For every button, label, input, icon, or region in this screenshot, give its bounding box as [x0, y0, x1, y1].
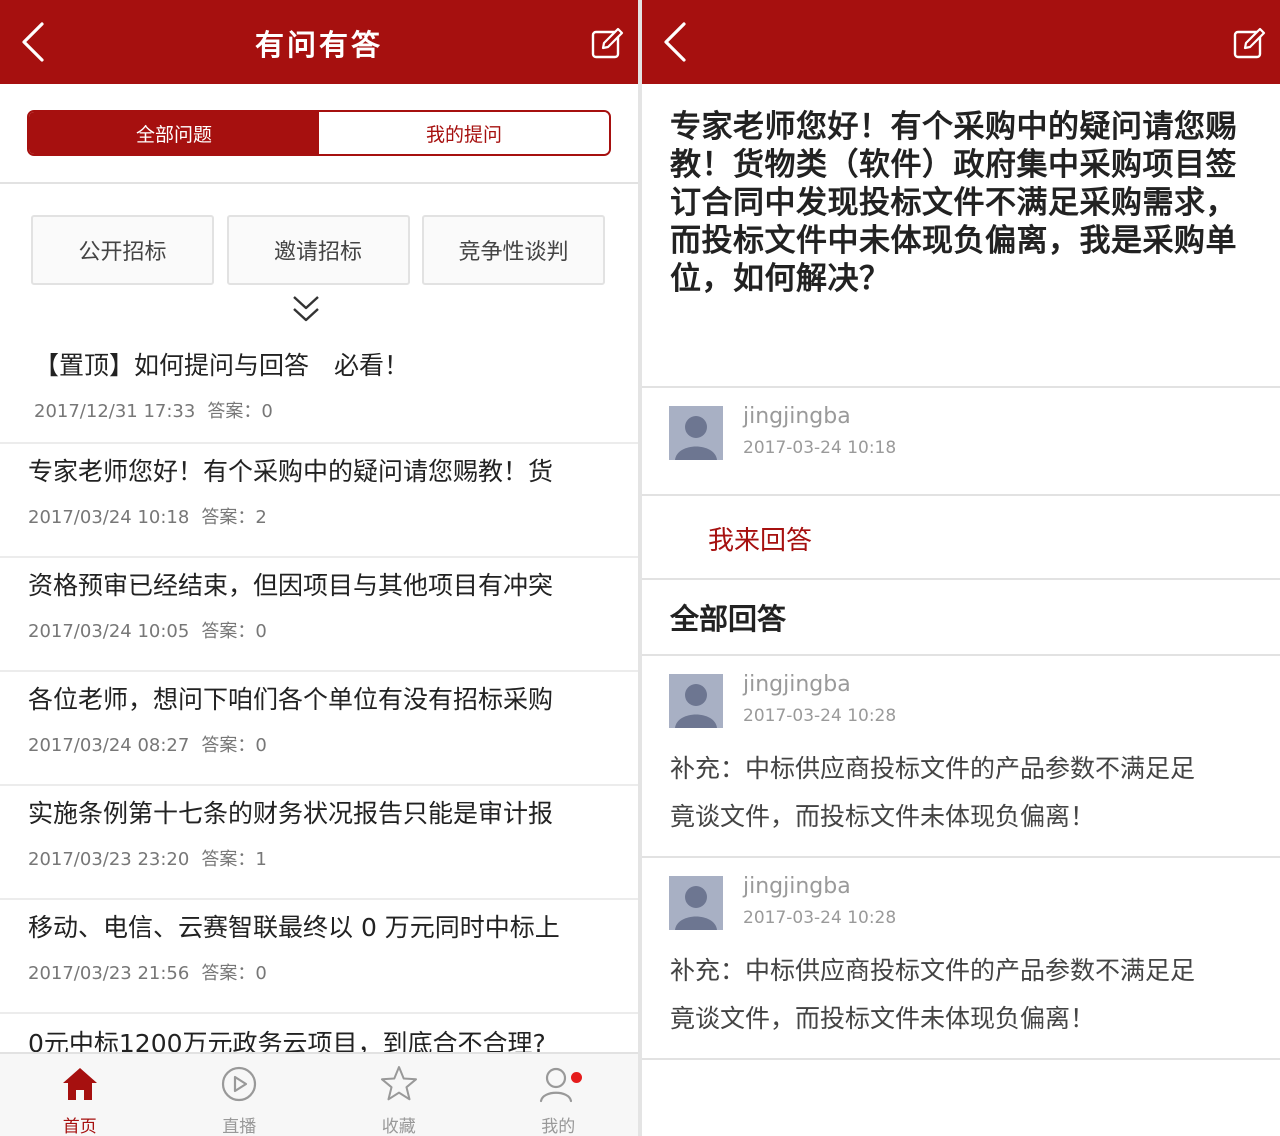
answer-button[interactable]: 我来回答 [708, 520, 812, 557]
question-title: 移动、电信、云赛智联最终以 0 万元同时中标上 [28, 913, 560, 942]
avatar [669, 406, 723, 460]
star-icon [380, 1066, 417, 1101]
question-meta: 2017/03/23 23:20 答案：1 [28, 845, 610, 871]
tab-label: 收藏 [381, 1117, 416, 1136]
question-time: 2017/03/23 23:20 [28, 849, 190, 870]
answer-count: 0 [255, 735, 267, 756]
question-meta: 2017/03/24 10:05 答案：0 [28, 617, 610, 643]
answers-label: 答案： [201, 735, 256, 756]
tab-label: 首页 [62, 1117, 97, 1136]
author-name: jingjingba [743, 404, 851, 429]
question-meta: 2017/03/24 10:18 答案：2 [28, 503, 610, 529]
question-title: 资格预审已经结束，但因项目与其他项目有冲突 [28, 571, 554, 600]
avatar [669, 674, 723, 728]
category-competitive-negotiation[interactable]: 竞争性谈判 [422, 215, 605, 285]
question-meta: 2017/03/23 21:56 答案：0 [28, 959, 610, 985]
home-icon [62, 1068, 97, 1100]
category-invited-tender[interactable]: 邀请招标 [226, 215, 410, 285]
answer-text: 补充：中标供应商投标文件的产品参数不满足足 竟谈文件，而投标文件未体现负偏离！ [670, 947, 1250, 1043]
answer-text: 补充：中标供应商投标文件的产品参数不满足足 竟谈文件，而投标文件未体现负偏离！ [670, 745, 1250, 841]
answers-label: 答案： [201, 507, 256, 528]
divider [642, 386, 1280, 388]
answer-count: 0 [261, 401, 273, 422]
list-item[interactable]: 【置顶】如何提问与回答 必看！ 2017/12/31 17:33 答案：0 [0, 338, 638, 444]
question-detail-screen: 专家老师您好！有个采购中的疑问请您赐教！货物类（软件）政府集中采购项目签订合同中… [642, 0, 1280, 1136]
play-icon [222, 1066, 257, 1102]
question-time: 2017/12/31 17:33 [34, 401, 196, 422]
navbar: 有问有答 [0, 0, 638, 84]
tab-all-questions[interactable]: 全部问题 [29, 112, 319, 154]
question-list: 【置顶】如何提问与回答 必看！ 2017/12/31 17:33 答案：0 专家老… [0, 338, 638, 1074]
category-open-tender[interactable]: 公开招标 [31, 215, 214, 285]
divider [642, 1058, 1280, 1060]
notification-dot [570, 1072, 582, 1083]
answers-label: 答案： [201, 621, 256, 642]
avatar [669, 876, 723, 930]
list-item[interactable]: 实施条例第十七条的财务状况报告只能是审计报 2017/03/23 23:20 答案… [0, 786, 638, 900]
question-title: 【置顶】如何提问与回答 必看！ [34, 351, 410, 380]
divider [642, 654, 1280, 656]
author-name: jingjingba [743, 874, 851, 899]
tab-label: 我的 [541, 1117, 576, 1136]
tab-label: 直播 [222, 1117, 257, 1136]
tab-mine[interactable]: 我的 [479, 1054, 639, 1136]
answer-line: 补充：中标供应商投标文件的产品参数不满足足 [670, 956, 1196, 985]
list-item[interactable]: 专家老师您好！有个采购中的疑问请您赐教！货 2017/03/24 10:18 答案… [0, 444, 638, 558]
edit-icon[interactable] [1232, 26, 1266, 60]
answer-line: 竟谈文件，而投标文件未体现负偏离！ [670, 802, 1096, 831]
category-row: 公开招标 邀请招标 竞争性谈判 [31, 215, 605, 285]
answers-label: 答案： [207, 401, 262, 422]
answer-count: 0 [255, 963, 267, 984]
question-meta: 2017/12/31 17:33 答案：0 [34, 397, 610, 423]
tab-my-questions[interactable]: 我的提问 [319, 112, 609, 154]
answer-author: jingjingba 2017-03-24 10:28 [669, 672, 1249, 734]
divider [642, 856, 1280, 858]
question-heading: 专家老师您好！有个采购中的疑问请您赐教！货物类（软件）政府集中采购项目签订合同中… [670, 109, 1237, 297]
double-chevron-down-icon[interactable] [291, 294, 321, 326]
divider [642, 494, 1280, 496]
question-title: 实施条例第十七条的财务状况报告只能是审计报 [28, 799, 554, 828]
bottom-tab-bar: 首页 直播 收藏 我的 [0, 1052, 638, 1136]
back-icon[interactable] [658, 20, 698, 64]
answer-line: 补充：中标供应商投标文件的产品参数不满足足 [670, 754, 1196, 783]
tab-home[interactable]: 首页 [0, 1054, 160, 1136]
question-filter-segment: 全部问题 我的提问 [27, 110, 611, 156]
answer-count: 0 [255, 621, 267, 642]
question-list-screen: 有问有答 全部问题 我的提问 公开招标 邀请招标 竞争性谈判 【置顶】如何提问与… [0, 0, 638, 1136]
question-time: 2017/03/23 21:56 [28, 963, 190, 984]
tab-favorites[interactable]: 收藏 [319, 1054, 479, 1136]
navbar [642, 0, 1280, 84]
answers-label: 答案： [201, 849, 256, 870]
answer-line: 竟谈文件，而投标文件未体现负偏离！ [670, 1004, 1096, 1033]
author-time: 2017-03-24 10:28 [743, 908, 897, 928]
author-time: 2017-03-24 10:28 [743, 706, 897, 726]
all-answers-title: 全部回答 [670, 602, 787, 636]
list-item[interactable]: 各位老师，想问下咱们各个单位有没有招标采购 2017/03/24 08:27 答案… [0, 672, 638, 786]
question-title: 各位老师，想问下咱们各个单位有没有招标采购 [28, 685, 554, 714]
answer-count: 1 [255, 849, 267, 870]
author-name: jingjingba [743, 672, 851, 697]
question-time: 2017/03/24 10:05 [28, 621, 190, 642]
question-time: 2017/03/24 10:18 [28, 507, 190, 528]
asker-info: jingjingba 2017-03-24 10:18 [669, 404, 1249, 466]
tab-live[interactable]: 直播 [160, 1054, 320, 1136]
list-item[interactable]: 移动、电信、云赛智联最终以 0 万元同时中标上 2017/03/23 21:56… [0, 900, 638, 1014]
author-time: 2017-03-24 10:18 [743, 438, 897, 458]
question-time: 2017/03/24 08:27 [28, 735, 190, 756]
list-item[interactable]: 资格预审已经结束，但因项目与其他项目有冲突 2017/03/24 10:05 答案… [0, 558, 638, 672]
page-title: 有问有答 [254, 28, 383, 62]
question-title: 专家老师您好！有个采购中的疑问请您赐教！货 [28, 457, 554, 486]
question-meta: 2017/03/24 08:27 答案：0 [28, 731, 610, 757]
edit-icon[interactable] [590, 26, 624, 60]
answer-count: 2 [255, 507, 267, 528]
divider [642, 578, 1280, 580]
answer-author: jingjingba 2017-03-24 10:28 [669, 874, 1249, 936]
answers-label: 答案： [201, 963, 256, 984]
divider [0, 182, 638, 184]
user-icon [540, 1067, 573, 1103]
